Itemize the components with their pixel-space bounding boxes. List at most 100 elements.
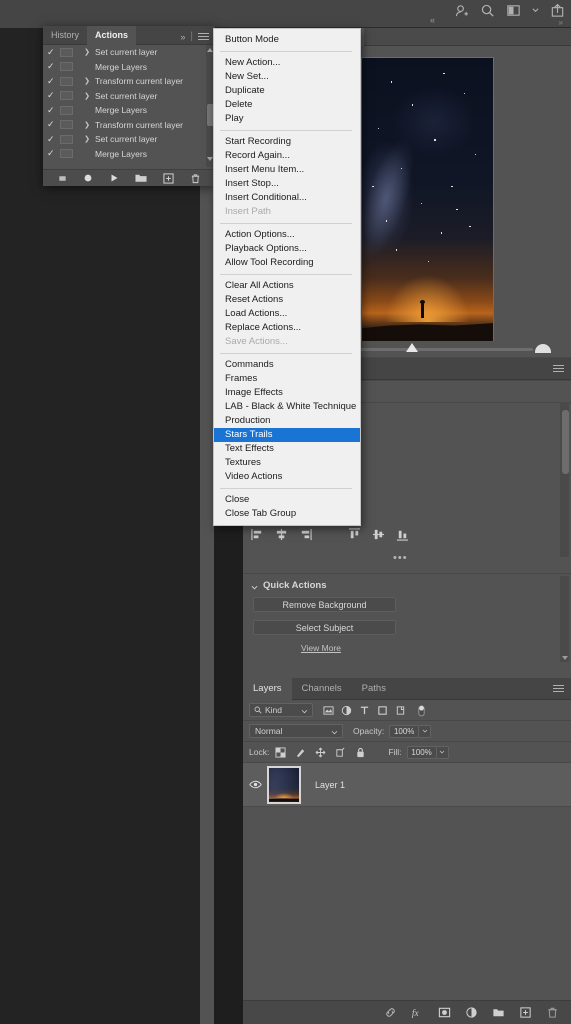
action-enabled-check[interactable]: ✓: [47, 105, 60, 116]
action-dialog-toggle[interactable]: [60, 120, 73, 130]
select-subject-button[interactable]: Select Subject: [253, 620, 396, 635]
chevron-right-icon[interactable]: ❯: [79, 77, 95, 85]
menu-item[interactable]: Clear All Actions: [214, 279, 360, 293]
pixel-filter-icon[interactable]: [323, 705, 334, 716]
menu-item[interactable]: Delete: [214, 98, 360, 112]
new-action-icon[interactable]: [162, 172, 174, 184]
menu-item[interactable]: Textures: [214, 456, 360, 470]
menu-item[interactable]: New Action...: [214, 56, 360, 70]
align-left-edges-icon[interactable]: [251, 528, 264, 541]
delete-icon[interactable]: [190, 173, 201, 184]
menu-item[interactable]: Insert Menu Item...: [214, 163, 360, 177]
align-top-edges-icon[interactable]: [348, 528, 361, 541]
menu-item[interactable]: Video Actions: [214, 470, 360, 484]
chevron-right-icon[interactable]: ❯: [79, 92, 95, 100]
menu-item[interactable]: Reset Actions: [214, 293, 360, 307]
panel-menu-icon[interactable]: [198, 32, 209, 41]
action-enabled-check[interactable]: ✓: [47, 134, 60, 145]
action-enabled-check[interactable]: ✓: [47, 119, 60, 130]
filter-toggle-icon[interactable]: [417, 704, 426, 717]
menu-item[interactable]: Load Actions...: [214, 307, 360, 321]
lock-image-pixels-icon[interactable]: [295, 747, 306, 758]
action-enabled-check[interactable]: ✓: [47, 148, 60, 159]
menu-item[interactable]: Close: [214, 493, 360, 507]
lock-artboard-nesting-icon[interactable]: [335, 747, 346, 758]
action-enabled-check[interactable]: ✓: [47, 61, 60, 72]
smart-object-filter-icon[interactable]: [395, 705, 406, 716]
action-enabled-check[interactable]: ✓: [47, 47, 60, 58]
delete-layer-icon[interactable]: [546, 1006, 559, 1019]
layer-style-fx-icon[interactable]: fx: [411, 1006, 424, 1019]
menu-item[interactable]: Close Tab Group: [214, 507, 360, 521]
action-dialog-toggle[interactable]: [60, 47, 73, 57]
list-item[interactable]: ✓ ❯ Transform current layer: [43, 118, 215, 133]
search-icon[interactable]: [480, 3, 495, 18]
remove-background-button[interactable]: Remove Background: [253, 597, 396, 612]
workspace-icon[interactable]: [506, 3, 521, 18]
layer-visibility-toggle[interactable]: [243, 780, 267, 789]
list-item[interactable]: ✓ ❯ Set current layer: [43, 45, 215, 60]
lock-position-icon[interactable]: [315, 747, 326, 758]
chevron-right-icon[interactable]: ❯: [79, 135, 95, 143]
list-item[interactable]: ✓ ❯ Set current layer: [43, 132, 215, 147]
canvas-image[interactable]: [361, 57, 494, 349]
menu-item[interactable]: Play: [214, 112, 360, 126]
tab-history[interactable]: History: [43, 26, 87, 45]
new-layer-icon[interactable]: [519, 1006, 532, 1019]
action-enabled-check[interactable]: ✓: [47, 90, 60, 101]
align-bottom-edges-icon[interactable]: [396, 528, 409, 541]
tab-paths[interactable]: Paths: [352, 678, 396, 700]
menu-item[interactable]: Insert Conditional...: [214, 191, 360, 205]
action-dialog-toggle[interactable]: [60, 91, 73, 101]
new-set-icon[interactable]: [134, 173, 147, 183]
action-dialog-toggle[interactable]: [60, 76, 73, 86]
menu-item[interactable]: Start Recording: [214, 135, 360, 149]
properties-scrollbar-thumb[interactable]: [562, 410, 569, 474]
panel-menu-icon[interactable]: [553, 365, 564, 373]
menu-item[interactable]: Frames: [214, 372, 360, 386]
record-icon[interactable]: [83, 173, 93, 183]
chevron-down-icon[interactable]: [532, 3, 539, 18]
menu-item[interactable]: Record Again...: [214, 149, 360, 163]
opacity-value[interactable]: 100%: [389, 724, 420, 738]
chevron-down-icon[interactable]: [301, 709, 308, 714]
tab-channels[interactable]: Channels: [292, 678, 352, 700]
table-row[interactable]: Layer 1: [243, 763, 571, 807]
tab-actions[interactable]: Actions: [87, 25, 137, 45]
chevron-right-icon[interactable]: ❯: [79, 121, 95, 129]
action-dialog-toggle[interactable]: [60, 105, 73, 115]
layer-name[interactable]: Layer 1: [315, 780, 345, 790]
link-layers-icon[interactable]: [384, 1006, 397, 1019]
lock-all-icon[interactable]: [355, 747, 366, 758]
more-options-icon[interactable]: •••: [393, 552, 408, 564]
align-horizontal-centers-icon[interactable]: [275, 528, 288, 541]
layer-kind-select[interactable]: Kind: [249, 703, 313, 717]
properties-slider-track[interactable]: [358, 348, 533, 351]
panel-menu-icon[interactable]: [553, 685, 564, 693]
menu-item[interactable]: LAB - Black & White Technique: [214, 400, 360, 414]
properties-slider-knob[interactable]: [406, 343, 418, 352]
list-item[interactable]: ✓ ❯ Transform current layer: [43, 74, 215, 89]
quick-actions-scrollbar[interactable]: [560, 576, 569, 662]
fill-value[interactable]: 100%: [406, 745, 437, 759]
menu-item[interactable]: Stars Trails: [214, 428, 360, 442]
list-item[interactable]: ✓ ❯ Set current layer: [43, 89, 215, 104]
view-more-link[interactable]: View More: [301, 643, 341, 653]
collapse-icon[interactable]: »: [180, 32, 185, 42]
layer-thumbnail[interactable]: [267, 765, 301, 804]
tab-layers[interactable]: Layers: [243, 677, 292, 700]
action-enabled-check[interactable]: ✓: [47, 76, 60, 87]
menu-item[interactable]: Playback Options...: [214, 242, 360, 256]
menu-item[interactable]: Text Effects: [214, 442, 360, 456]
menu-item[interactable]: Commands: [214, 358, 360, 372]
fill-stepper-chevron-down-icon[interactable]: [436, 745, 449, 759]
menu-item[interactable]: Duplicate: [214, 84, 360, 98]
collapse-panels-button[interactable]: «: [430, 15, 435, 25]
action-dialog-toggle[interactable]: [60, 134, 73, 144]
menu-item[interactable]: Replace Actions...: [214, 321, 360, 335]
menu-item[interactable]: Production: [214, 414, 360, 428]
align-vertical-centers-icon[interactable]: [372, 528, 385, 541]
chevron-down-icon[interactable]: [251, 584, 258, 591]
align-right-edges-icon[interactable]: [299, 528, 312, 541]
menu-item[interactable]: New Set...: [214, 70, 360, 84]
